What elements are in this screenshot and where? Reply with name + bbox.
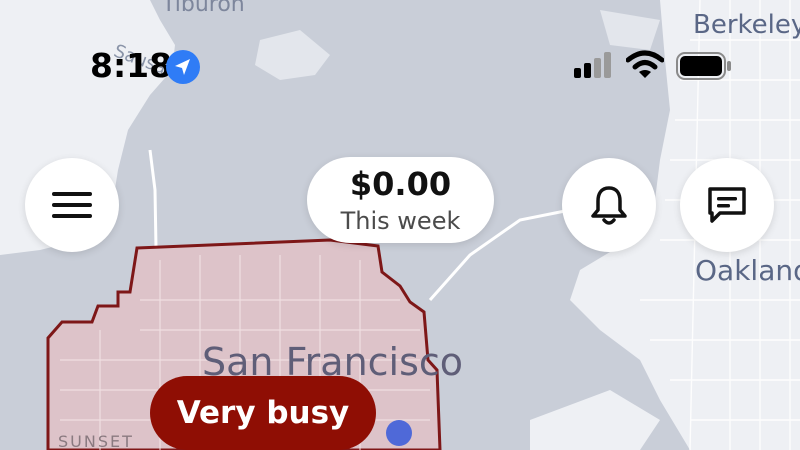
wifi-icon [625, 50, 665, 84]
cellular-signal-icon [574, 52, 614, 82]
demand-status-badge[interactable]: Very busy [150, 376, 376, 450]
menu-button[interactable] [25, 158, 119, 252]
weekly-earnings-button[interactable]: $0.00 This week [307, 157, 494, 243]
earnings-period-label: This week [340, 207, 461, 235]
messages-button[interactable] [680, 158, 774, 252]
map-label-tiburon: Tiburon [162, 0, 245, 17]
location-arrow-icon [166, 50, 200, 84]
hamburger-menu-icon [52, 192, 92, 218]
chat-bubble-icon [708, 187, 746, 223]
notifications-button[interactable] [562, 158, 656, 252]
earnings-amount: $0.00 [349, 165, 452, 203]
map-label-berkeley: Berkeley [693, 10, 800, 40]
map-label-oakland: Oakland [695, 254, 800, 287]
bell-icon [591, 186, 627, 225]
map-label-sunset: SUNSET [58, 432, 134, 450]
battery-icon [676, 52, 732, 84]
current-location-marker [386, 420, 412, 446]
map-screen[interactable]: Tiburon Sausalito Berkeley Oakland San F… [0, 0, 800, 450]
status-time: 8:18 [90, 46, 173, 85]
